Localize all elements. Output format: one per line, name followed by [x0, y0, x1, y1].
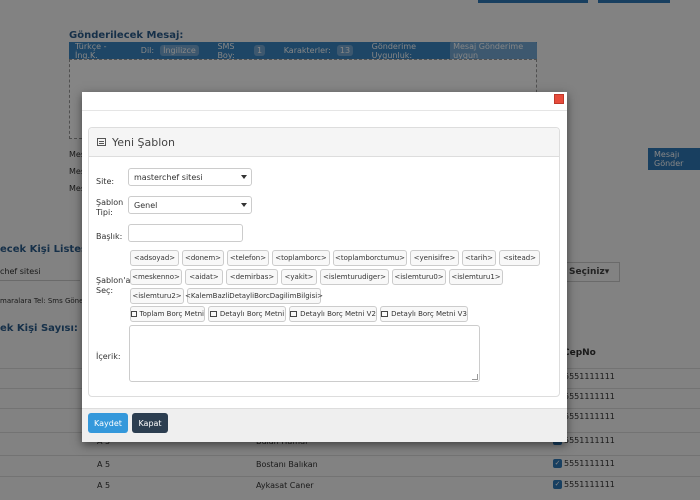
content-textarea[interactable]: [129, 325, 480, 382]
panel-title: Yeni Şablon: [112, 135, 176, 149]
site-select[interactable]: masterchef sitesi: [128, 168, 252, 186]
tag-toplamborc[interactable]: <toplamborc>: [272, 250, 330, 266]
tag-islemturu0[interactable]: <islemturu0>: [392, 269, 446, 285]
modal-header-divider: [82, 110, 567, 111]
envelope-icon: [290, 311, 298, 317]
list-icon: [97, 138, 106, 146]
template-button-detayli-v2[interactable]: Detaylı Borç Metni V2: [289, 306, 377, 322]
tag-telefon[interactable]: <telefon>: [227, 250, 269, 266]
tag-donem[interactable]: <donem>: [182, 250, 224, 266]
title-label: Başlık:: [96, 232, 123, 241]
site-label: Site:: [96, 177, 115, 186]
tag-aidat[interactable]: <aidat>: [185, 269, 223, 285]
tag-tarih[interactable]: <tarih>: [462, 250, 496, 266]
tag-demirbas[interactable]: <demirbas>: [226, 269, 278, 285]
tag-sitead[interactable]: <sitead>: [499, 250, 540, 266]
new-template-modal: Yeni Şablon Site: masterchef sitesi Şabl…: [82, 92, 567, 442]
close-icon[interactable]: [554, 94, 564, 104]
template-select-label: Şablon'a Seç:: [96, 276, 131, 295]
title-input[interactable]: [128, 224, 243, 242]
template-type-select[interactable]: Genel: [128, 196, 252, 214]
tag-islemturudiger[interactable]: <islemturudiger>: [320, 269, 389, 285]
template-button-toplam[interactable]: Toplam Borç Metni: [130, 306, 205, 322]
tag-yakit[interactable]: <yakit>: [281, 269, 317, 285]
tag-islemturu2[interactable]: <islemturu2>: [130, 288, 184, 304]
template-button-detayli-v3[interactable]: Detaylı Borç Metni V3: [380, 306, 468, 322]
tag-yenisifre[interactable]: <yenisifre>: [410, 250, 459, 266]
template-type-label: Şablon Tipi:: [96, 198, 124, 217]
chevron-down-icon: [241, 175, 247, 179]
chevron-down-icon: [241, 203, 247, 207]
tag-meskenno[interactable]: <meskenno>: [130, 269, 182, 285]
tag-kalembazli[interactable]: <KalemBazliDetayliBorcDagilimBilgisi>: [185, 288, 323, 304]
tag-adsoyad[interactable]: <adsoyad>: [130, 250, 179, 266]
content-label: İçerik:: [96, 352, 121, 361]
envelope-icon: [209, 311, 217, 317]
close-button[interactable]: Kapat: [132, 413, 168, 433]
template-button-detayli[interactable]: Detaylı Borç Metni: [208, 306, 286, 322]
tag-islemturu1[interactable]: <islemturu1>: [449, 269, 503, 285]
save-button[interactable]: Kaydet: [88, 413, 128, 433]
envelope-icon: [381, 311, 389, 317]
resize-grip-icon[interactable]: [472, 374, 478, 380]
panel-heading: Yeni Şablon: [89, 128, 559, 157]
tag-toplamborctumu[interactable]: <toplamborctumu>: [333, 250, 407, 266]
envelope-icon: [131, 311, 137, 317]
